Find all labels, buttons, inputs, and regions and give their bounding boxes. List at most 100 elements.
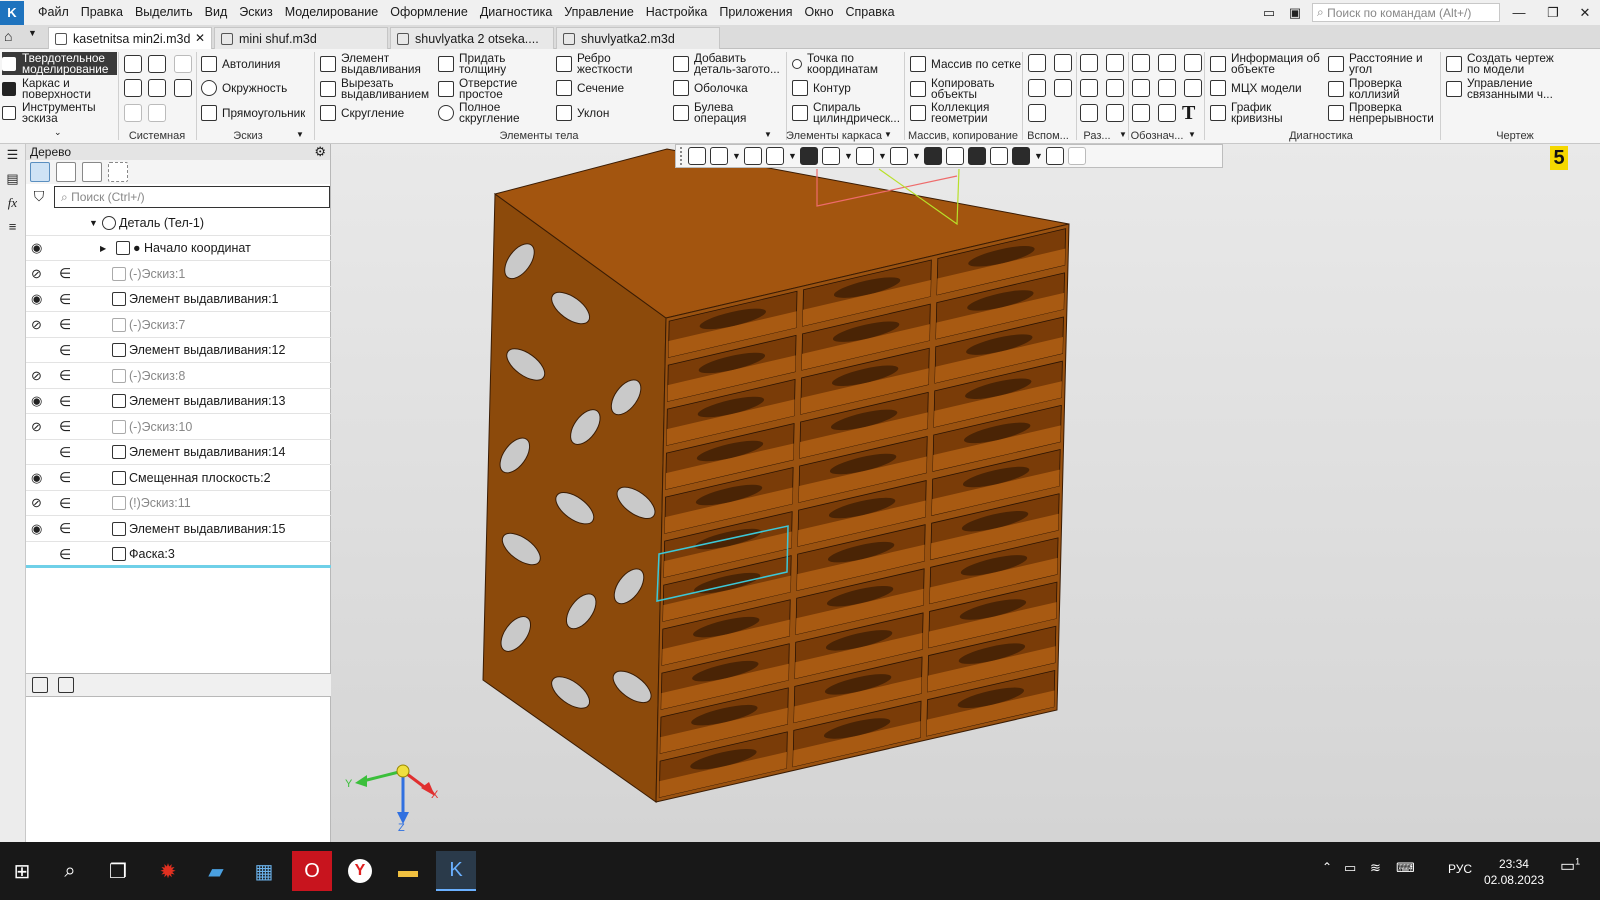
section-button[interactable]: Сечение (556, 79, 624, 97)
app-computer-icon[interactable]: ▰ (196, 851, 236, 891)
razm-dropdown-icon[interactable]: ▼ (1119, 130, 1127, 139)
menu-settings[interactable]: Настройка (640, 0, 714, 25)
eye-visible-icon[interactable]: ◉ (31, 241, 47, 254)
shaded-cube-icon[interactable] (800, 147, 818, 165)
aux-cs-icon[interactable] (1054, 79, 1072, 97)
point-coords-button[interactable]: Точка по координатам (792, 52, 878, 76)
tree-row[interactable]: ◉ ▶ ● Начало координат (26, 236, 331, 261)
tree-row[interactable]: ∈ Элемент выдавливания:12 (26, 338, 331, 363)
visibility-dropdown-icon[interactable]: ▼ (912, 151, 921, 161)
tray-wifi-icon[interactable]: ≋ (1370, 860, 1381, 876)
tray-keyboard-icon[interactable]: ⌨ (1396, 860, 1415, 876)
menu-edit[interactable]: Правка (75, 0, 129, 25)
properties-panel-icon[interactable]: ▤ (4, 170, 21, 187)
tree-row[interactable]: ⊘ ∈ (-)Эскиз:8 (26, 364, 331, 389)
measure-icon[interactable] (1046, 147, 1064, 165)
text-tool-icon[interactable]: T (1182, 102, 1195, 125)
eye-hidden-icon[interactable]: ⊘ (31, 318, 47, 331)
opera-icon[interactable]: O (292, 851, 332, 891)
tree-row[interactable]: ⊘ ∈ (-)Эскиз:7 (26, 313, 331, 338)
menu-sketch[interactable]: Эскиз (233, 0, 278, 25)
kompas-taskbar-icon[interactable]: K (436, 851, 476, 891)
create-drawing-button[interactable]: Создать чертеж по модели (1446, 52, 1554, 76)
clock[interactable]: 23:34 02.08.2023 (1484, 856, 1544, 888)
undo-icon[interactable] (124, 104, 142, 122)
dim-linear-icon[interactable] (1080, 54, 1098, 72)
command-search-input[interactable]: ⌕ Поиск по командам (Alt+/) (1312, 3, 1500, 22)
eye-hidden-icon[interactable]: ⊘ (31, 267, 47, 280)
filter-dropdown-icon[interactable]: ▼ (1034, 151, 1043, 161)
include-in-calc-icon[interactable]: ∈ (59, 342, 71, 359)
eye-visible-icon[interactable]: ◉ (31, 471, 47, 484)
tab-shuvlyatka-2[interactable]: shuvlyatka 2 otseka.... (390, 27, 554, 49)
print-icon[interactable] (124, 79, 142, 97)
3d-viewport[interactable]: Y X Z ▼ ▼ ▼ ▼ ▼ ▼ (331, 144, 1600, 842)
include-in-calc-icon[interactable]: ∈ (59, 418, 71, 435)
dim-angle-icon[interactable] (1080, 79, 1098, 97)
curvature-graph-button[interactable]: График кривизны (1210, 101, 1283, 125)
redo-icon[interactable] (148, 104, 166, 122)
extrude-button[interactable]: Элемент выдавливания (320, 52, 421, 76)
save-all-icon[interactable] (174, 79, 192, 97)
orbit-icon[interactable] (744, 147, 762, 165)
visibility-icon[interactable] (890, 147, 908, 165)
eye-visible-icon[interactable]: ◉ (31, 292, 47, 305)
include-in-calc-icon[interactable]: ∈ (59, 520, 71, 537)
notifications-icon[interactable]: ▭1 (1560, 856, 1580, 876)
rectangle-button[interactable]: Прямоугольник (201, 104, 305, 122)
search-icon[interactable]: ⌕ (50, 851, 90, 891)
tree-row[interactable]: ∈ Фаска:3 (26, 542, 331, 567)
filter-icon[interactable]: ⛉ (30, 188, 48, 206)
app-bug-icon[interactable]: ✹ (148, 851, 188, 891)
hide-dropdown-icon[interactable]: ▼ (878, 151, 887, 161)
windows-start-icon[interactable]: ⊞ (2, 851, 42, 891)
simple-hole-button[interactable]: Отверстие простое (438, 77, 517, 101)
oboz-axis-icon[interactable] (1132, 104, 1150, 122)
oboz-tolerance-icon[interactable] (1158, 79, 1176, 97)
frame-group-dropdown-icon[interactable]: ▼ (884, 130, 892, 139)
language-indicator[interactable]: РУС (1448, 862, 1472, 876)
manage-drawings-button[interactable]: Управление связанными ч... (1446, 77, 1558, 101)
menu-help[interactable]: Справка (840, 0, 901, 25)
tab-mini-shuf[interactable]: mini shuf.m3d (214, 27, 388, 49)
tray-battery-icon[interactable]: ▭ (1344, 860, 1356, 876)
zoom-dropdown-icon[interactable]: ▼ (732, 151, 741, 161)
perspective-icon[interactable] (946, 147, 964, 165)
tab-kasetnitsa[interactable]: kasetnitsa min2i.m3d ✕ (48, 27, 212, 49)
layers-icon[interactable]: ≡ (4, 218, 21, 235)
app-network-icon[interactable]: ▦ (244, 851, 284, 891)
tree-view-relations-icon[interactable] (82, 162, 102, 182)
include-in-calc-icon[interactable]: ∈ (59, 316, 71, 333)
geometry-collection-button[interactable]: Коллекция геометрии (910, 101, 989, 125)
fillet-button[interactable]: Скругление (320, 104, 404, 122)
display-dropdown-icon[interactable]: ▼ (844, 151, 853, 161)
contour-button[interactable]: Контур (792, 79, 851, 97)
tree-row[interactable]: ⊘ ∈ (!)Эскиз:11 (26, 491, 331, 516)
file-explorer-icon[interactable]: ▬ (388, 851, 428, 891)
include-in-calc-icon[interactable]: ∈ (59, 291, 71, 308)
app-logo-icon[interactable]: K (0, 0, 24, 25)
dim-radius-icon[interactable] (1106, 54, 1124, 72)
minimize-icon[interactable]: — (1506, 0, 1532, 25)
menu-file[interactable]: Файл (32, 0, 75, 25)
oboz-mark-icon[interactable] (1184, 79, 1202, 97)
layers-view-icon[interactable] (990, 147, 1008, 165)
tab-close-icon[interactable]: ✕ (195, 31, 205, 45)
menu-modeling[interactable]: Моделирование (279, 0, 385, 25)
axes-dropdown-icon[interactable]: ▼ (788, 151, 797, 161)
oboz-dropdown-icon[interactable]: ▼ (1188, 130, 1196, 139)
collision-check-button[interactable]: Проверка коллизий (1328, 77, 1402, 101)
menu-manage[interactable]: Управление (558, 0, 640, 25)
include-in-calc-icon[interactable]: ∈ (59, 265, 71, 282)
menu-design[interactable]: Оформление (384, 0, 474, 25)
pen-icon[interactable] (1068, 147, 1086, 165)
menu-diagnostics[interactable]: Диагностика (474, 0, 558, 25)
dim-auto-icon[interactable] (1080, 104, 1098, 122)
circle-button[interactable]: Окружность (201, 79, 287, 97)
menu-view[interactable]: Вид (199, 0, 234, 25)
dim-diameter-icon[interactable] (1106, 79, 1124, 97)
collapse-arrow-icon[interactable]: ▼ (89, 218, 98, 228)
include-in-calc-icon[interactable]: ∈ (59, 546, 71, 563)
oboz-warn-icon[interactable] (1158, 104, 1176, 122)
include-in-calc-icon[interactable]: ∈ (59, 469, 71, 486)
